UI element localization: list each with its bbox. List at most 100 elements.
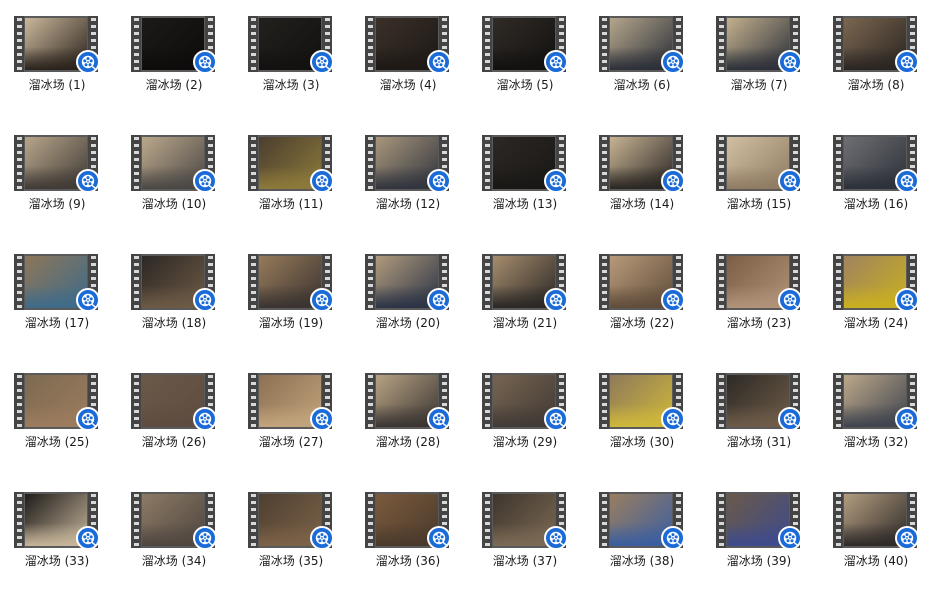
video-file-item[interactable]: 溜冰场 (34) — [123, 486, 240, 605]
video-file-item[interactable]: 溜冰场 (12) — [357, 129, 474, 248]
video-file-item[interactable]: 溜冰场 (17) — [6, 248, 123, 367]
film-reel-icon — [661, 169, 685, 193]
video-file-item[interactable]: 溜冰场 (26) — [123, 367, 240, 486]
file-name-label: 溜冰场 (2) — [145, 78, 203, 92]
video-file-item[interactable]: 溜冰场 (8) — [825, 10, 935, 129]
file-name-label: 溜冰场 (13) — [492, 197, 558, 211]
video-file-item[interactable]: 溜冰场 (35) — [240, 486, 357, 605]
film-reel-icon — [544, 169, 568, 193]
file-name-label: 溜冰场 (28) — [375, 435, 441, 449]
video-file-item[interactable]: 溜冰场 (7) — [708, 10, 825, 129]
file-name-label: 溜冰场 (34) — [141, 554, 207, 568]
film-reel-icon — [895, 407, 919, 431]
film-reel-icon — [427, 169, 451, 193]
video-file-item[interactable]: 溜冰场 (33) — [6, 486, 123, 605]
file-name-label: 溜冰场 (16) — [843, 197, 909, 211]
film-reel-icon — [661, 50, 685, 74]
film-reel-icon — [427, 288, 451, 312]
film-reel-icon — [310, 169, 334, 193]
video-file-item[interactable]: 溜冰场 (39) — [708, 486, 825, 605]
video-file-item[interactable]: 溜冰场 (15) — [708, 129, 825, 248]
film-reel-icon — [544, 407, 568, 431]
video-file-item[interactable]: 溜冰场 (24) — [825, 248, 935, 367]
film-reel-icon — [427, 50, 451, 74]
video-file-item[interactable]: 溜冰场 (9) — [6, 129, 123, 248]
video-file-item[interactable]: 溜冰场 (20) — [357, 248, 474, 367]
film-reel-icon — [310, 407, 334, 431]
file-name-label: 溜冰场 (26) — [141, 435, 207, 449]
file-name-label: 溜冰场 (22) — [609, 316, 675, 330]
file-name-label: 溜冰场 (39) — [726, 554, 792, 568]
video-file-item[interactable]: 溜冰场 (11) — [240, 129, 357, 248]
film-reel-icon — [661, 288, 685, 312]
film-reel-icon — [544, 288, 568, 312]
film-reel-icon — [76, 526, 100, 550]
film-reel-icon — [544, 50, 568, 74]
video-file-item[interactable]: 溜冰场 (5) — [474, 10, 591, 129]
video-file-item[interactable]: 溜冰场 (27) — [240, 367, 357, 486]
film-strip-left — [833, 135, 843, 191]
film-reel-icon — [778, 407, 802, 431]
file-grid: 溜冰场 (1) 溜冰场 (2) 溜冰场 (3) 溜冰场 (4) 溜冰场 (5) 溜冰场 (… — [6, 10, 934, 576]
film-strip-left — [131, 254, 141, 310]
film-reel-icon — [544, 526, 568, 550]
video-file-item[interactable]: 溜冰场 (18) — [123, 248, 240, 367]
video-file-item[interactable]: 溜冰场 (14) — [591, 129, 708, 248]
video-file-item[interactable]: 溜冰场 (10) — [123, 129, 240, 248]
film-reel-icon — [76, 169, 100, 193]
file-name-label: 溜冰场 (23) — [726, 316, 792, 330]
film-reel-icon — [76, 50, 100, 74]
file-name-label: 溜冰场 (37) — [492, 554, 558, 568]
video-file-item[interactable]: 溜冰场 (16) — [825, 129, 935, 248]
film-strip-left — [599, 373, 609, 429]
file-name-label: 溜冰场 (18) — [141, 316, 207, 330]
video-file-item[interactable]: 溜冰场 (36) — [357, 486, 474, 605]
video-file-item[interactable]: 溜冰场 (31) — [708, 367, 825, 486]
video-file-item[interactable]: 溜冰场 (6) — [591, 10, 708, 129]
video-file-item[interactable]: 溜冰场 (25) — [6, 367, 123, 486]
film-strip-left — [716, 254, 726, 310]
film-strip-left — [833, 254, 843, 310]
film-strip-left — [14, 16, 24, 72]
video-file-item[interactable]: 溜冰场 (4) — [357, 10, 474, 129]
file-name-label: 溜冰场 (25) — [24, 435, 90, 449]
file-name-label: 溜冰场 (12) — [375, 197, 441, 211]
film-strip-left — [482, 135, 492, 191]
video-file-item[interactable]: 溜冰场 (1) — [6, 10, 123, 129]
file-name-label: 溜冰场 (6) — [613, 78, 671, 92]
film-reel-icon — [310, 50, 334, 74]
video-file-item[interactable]: 溜冰场 (40) — [825, 486, 935, 605]
file-name-label: 溜冰场 (29) — [492, 435, 558, 449]
film-strip-left — [833, 492, 843, 548]
film-strip-left — [14, 492, 24, 548]
film-strip-left — [248, 254, 258, 310]
film-strip-left — [599, 135, 609, 191]
file-name-label: 溜冰场 (14) — [609, 197, 675, 211]
file-name-label: 溜冰场 (10) — [141, 197, 207, 211]
video-file-item[interactable]: 溜冰场 (28) — [357, 367, 474, 486]
file-name-label: 溜冰场 (24) — [843, 316, 909, 330]
file-name-label: 溜冰场 (20) — [375, 316, 441, 330]
film-strip-left — [131, 492, 141, 548]
film-strip-left — [716, 492, 726, 548]
video-file-item[interactable]: 溜冰场 (32) — [825, 367, 935, 486]
video-file-item[interactable]: 溜冰场 (13) — [474, 129, 591, 248]
video-file-item[interactable]: 溜冰场 (29) — [474, 367, 591, 486]
video-file-item[interactable]: 溜冰场 (22) — [591, 248, 708, 367]
film-strip-left — [833, 16, 843, 72]
file-name-label: 溜冰场 (17) — [24, 316, 90, 330]
file-name-label: 溜冰场 (40) — [843, 554, 909, 568]
video-file-item[interactable]: 溜冰场 (3) — [240, 10, 357, 129]
video-file-item[interactable]: 溜冰场 (2) — [123, 10, 240, 129]
file-name-label: 溜冰场 (5) — [496, 78, 554, 92]
video-file-item[interactable]: 溜冰场 (23) — [708, 248, 825, 367]
video-file-item[interactable]: 溜冰场 (21) — [474, 248, 591, 367]
video-file-item[interactable]: 溜冰场 (38) — [591, 486, 708, 605]
film-reel-icon — [310, 288, 334, 312]
video-file-item[interactable]: 溜冰场 (30) — [591, 367, 708, 486]
file-name-label: 溜冰场 (30) — [609, 435, 675, 449]
video-file-item[interactable]: 溜冰场 (19) — [240, 248, 357, 367]
film-strip-left — [365, 492, 375, 548]
video-file-item[interactable]: 溜冰场 (37) — [474, 486, 591, 605]
film-reel-icon — [895, 50, 919, 74]
